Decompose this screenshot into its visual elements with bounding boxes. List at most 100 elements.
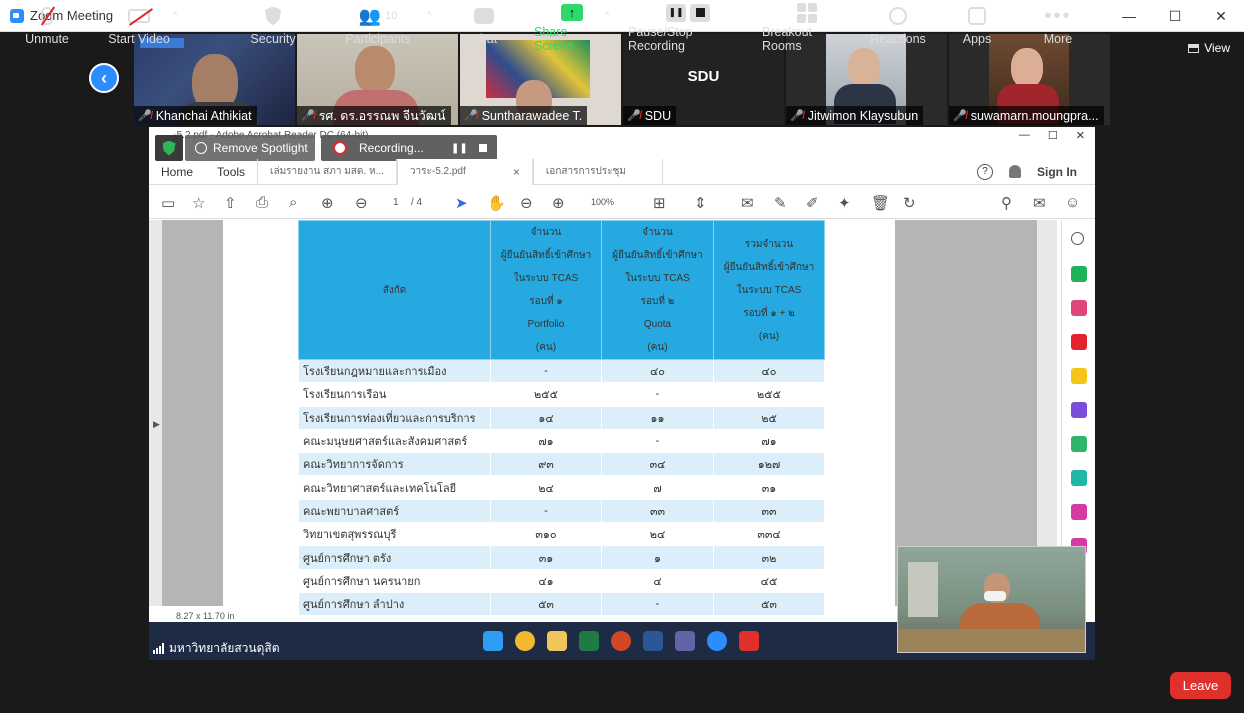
leave-button[interactable]: Leave	[1170, 672, 1231, 699]
acrobat-taskbar-icon[interactable]	[739, 631, 759, 651]
tab-home[interactable]: Home	[149, 159, 205, 185]
zoom-tool-icon[interactable]	[1071, 232, 1084, 245]
apps-button[interactable]: Apps	[960, 0, 994, 53]
breakout-rooms-icon	[797, 0, 817, 25]
table-row: โรงเรียนการท่องเที่ยวและการบริการ ๑๔ ๑๑ ๒๕	[298, 405, 825, 430]
security-shield-badge	[155, 135, 183, 161]
count-cell: ๔๑	[490, 568, 602, 593]
count-cell: -	[490, 498, 602, 524]
zoom-in-icon[interactable]: ⊕	[552, 194, 565, 212]
sign-in-link[interactable]: Sign In	[1037, 165, 1077, 179]
count-cell: ๑	[601, 545, 714, 570]
create-pdf-icon[interactable]	[1071, 334, 1087, 350]
acrobat-tabs: Home Tools เล่มรายงาน สภา มสด. ห... วาระ…	[149, 158, 1095, 185]
highlight-pen-icon[interactable]: ✎	[774, 194, 787, 212]
count-cell: ๑๔	[490, 405, 602, 430]
pause-recording-icon[interactable]: ❚❚	[451, 143, 468, 154]
share-options-caret-icon[interactable]: ^	[605, 10, 609, 20]
start-video-button[interactable]: Start Video	[108, 0, 170, 53]
help-icon[interactable]: ?	[977, 163, 993, 180]
page-up-icon[interactable]: ⊕	[321, 194, 334, 212]
view-button[interactable]: View	[1188, 41, 1230, 55]
participants-caret-icon[interactable]: ^	[427, 10, 431, 20]
email-icon[interactable]: ✉	[1033, 194, 1046, 212]
upload-icon[interactable]: ⇧	[224, 194, 237, 212]
audio-options-caret-icon[interactable]: ^	[75, 10, 79, 20]
powerpoint-icon[interactable]	[611, 631, 631, 651]
more-button[interactable]: ••• More	[1040, 0, 1076, 53]
organize-pages-icon[interactable]	[1071, 300, 1087, 316]
link-icon[interactable]: ⚲	[1001, 194, 1012, 212]
remove-spotlight-button[interactable]: Remove Spotlight	[185, 135, 315, 161]
acrobat-header-right: ? Sign In	[977, 163, 1095, 180]
save-icon[interactable]: ▭	[161, 194, 175, 212]
scroll-mode-icon[interactable]: ⇕	[694, 194, 707, 212]
page-down-icon[interactable]: ⊖	[355, 194, 368, 212]
header-round1-line: ผู้ยืนยันสิทธิ์เข้าศึกษา	[500, 250, 592, 261]
zoom-taskbar-icon[interactable]	[707, 631, 727, 651]
compress-icon[interactable]	[1071, 436, 1087, 452]
maximize-button[interactable]: ☐	[1152, 0, 1198, 32]
breakout-rooms-button[interactable]: Breakout Rooms	[762, 0, 852, 53]
export-pdf-icon[interactable]	[1071, 266, 1087, 282]
delete-icon[interactable]: 🗑	[871, 194, 890, 212]
teams-icon[interactable]	[675, 631, 695, 651]
page-current[interactable]: 1	[393, 197, 399, 208]
stamp-icon[interactable]: ✦	[838, 194, 851, 212]
comment-tool-icon[interactable]	[1071, 368, 1087, 384]
pause-stop-recording-button[interactable]: ❚❚ Pause/Stop Recording	[628, 0, 748, 53]
print-icon[interactable]: ⎙	[256, 194, 268, 211]
stop-recording-icon[interactable]	[479, 144, 487, 152]
tab-doc-3[interactable]: เอกสารการประชุม	[532, 158, 663, 185]
chat-button[interactable]: Chat	[464, 0, 504, 53]
draw-icon[interactable]: ✐	[806, 194, 819, 212]
fill-sign-icon[interactable]	[1071, 504, 1087, 520]
face-mask	[984, 591, 1006, 601]
header-total-line: (คน)	[758, 330, 780, 342]
security-button[interactable]: Security	[248, 0, 298, 53]
tab-doc-2[interactable]: วาระ-5.2.pdf ×	[396, 158, 533, 185]
scroll-left-arrow-icon[interactable]: ▶	[153, 419, 160, 430]
sharer-status: มหาวิทยาลัยสวนดุสิต	[149, 636, 280, 660]
comment-icon[interactable]: ✉	[741, 194, 754, 212]
fit-page-icon[interactable]: ⊞	[653, 194, 666, 212]
chrome-icon[interactable]	[515, 631, 535, 651]
acrobat-minimize-button[interactable]: —	[1019, 129, 1030, 142]
unmute-button[interactable]: Unmute	[22, 0, 72, 53]
count-cell: ๗๑	[713, 428, 825, 454]
rotate-icon[interactable]: ↻	[903, 194, 916, 212]
participant-label: 🎤̸ รศ. ดร.อรรณพ จีนวัฒน์	[297, 106, 451, 125]
word-icon[interactable]	[643, 631, 663, 651]
header-total-line: รอบที่ ๑ + ๒	[743, 307, 795, 319]
tab-tools[interactable]: Tools	[205, 159, 257, 185]
windows-start-icon[interactable]	[483, 631, 503, 651]
acrobat-close-button[interactable]: ✕	[1076, 129, 1085, 142]
participants-button[interactable]: 👥 10 Participants	[343, 0, 413, 53]
excel-icon[interactable]	[579, 631, 599, 651]
bell-icon[interactable]	[1009, 165, 1021, 178]
bookmark-star-icon[interactable]: ☆	[192, 194, 205, 212]
close-button[interactable]: ✕	[1198, 0, 1244, 32]
video-options-caret-icon[interactable]: ^	[173, 10, 177, 20]
combine-files-icon[interactable]	[1071, 402, 1087, 418]
acrobat-maximize-button[interactable]: ☐	[1048, 129, 1058, 142]
tab-doc-1[interactable]: เล่มรายงาน สภา มสด. ห...	[257, 158, 397, 185]
file-explorer-icon[interactable]	[547, 631, 567, 651]
protect-icon[interactable]	[1071, 470, 1087, 486]
participant-name: Jitwimon Klaysubun	[807, 108, 919, 123]
search-icon[interactable]: ⌕	[289, 194, 297, 211]
count-cell: ๒๔	[490, 475, 602, 500]
gallery-back-button[interactable]: ‹	[89, 63, 119, 93]
active-speaker-video[interactable]	[897, 546, 1086, 653]
minimize-button[interactable]: —	[1106, 0, 1152, 32]
muted-mic-icon: 🎤̸	[464, 110, 478, 122]
share-screen-button[interactable]: ↑ Share Screen	[534, 0, 610, 53]
zoom-value[interactable]: 100%	[591, 197, 614, 207]
select-cursor-icon[interactable]: ➤	[455, 194, 468, 212]
reactions-button[interactable]: Reactions	[870, 0, 926, 53]
hand-tool-icon[interactable]: ✋	[487, 194, 506, 212]
acrobat-toolbar: ▭ ☆ ⇧ ⎙ ⌕ ⊕ ⊖ 1 / 4 ➤ ✋ ⊖ ⊕ 100% ⊞ ⇕ ✉ ✎…	[149, 187, 1095, 219]
tab-close-icon[interactable]: ×	[513, 165, 520, 179]
zoom-out-icon[interactable]: ⊖	[520, 194, 533, 212]
account-icon[interactable]: ☺	[1065, 194, 1080, 211]
